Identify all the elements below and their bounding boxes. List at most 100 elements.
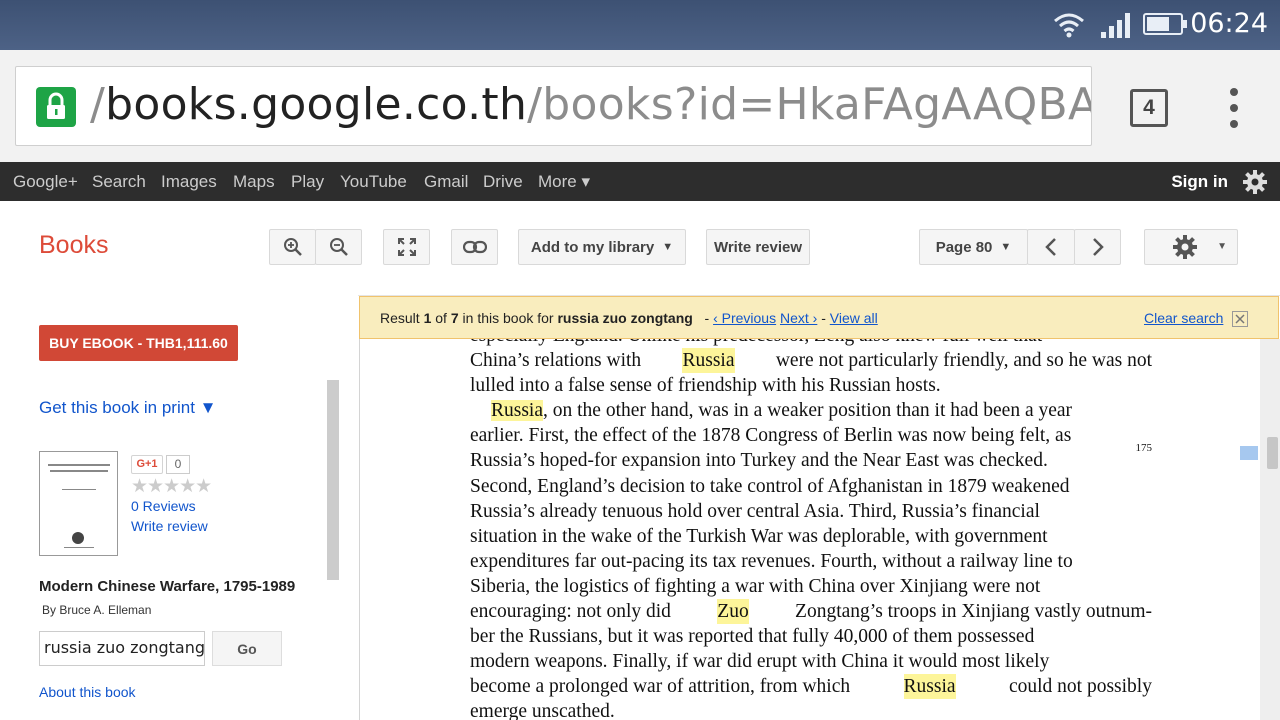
book-page-viewer[interactable]: especially England. Unlike his predecess… <box>359 339 1280 720</box>
gbar-more[interactable]: More ▾ <box>538 172 590 192</box>
zoom-out-button[interactable] <box>315 229 362 265</box>
plus-one-count: 0 <box>166 455 190 474</box>
book-author: By Bruce A. Elleman <box>42 603 152 617</box>
battery-icon <box>1143 13 1187 35</box>
chevron-left-icon <box>1045 238 1056 256</box>
search-result-bar: Result 1 of 7 in this book for russia zu… <box>359 296 1279 339</box>
previous-page-button[interactable] <box>1027 229 1075 265</box>
text-line: ber the Russians, but it was reported th… <box>470 626 1035 648</box>
caret-down-icon: ▼ <box>662 241 674 253</box>
link-button[interactable] <box>451 229 498 265</box>
text-line: Russia’s already tenuous hold over centr… <box>470 500 1040 522</box>
zoom-in-icon <box>283 238 302 256</box>
write-review-link[interactable]: Write review <box>131 518 208 534</box>
fullscreen-icon <box>397 238 416 256</box>
fullscreen-button[interactable] <box>383 229 430 265</box>
caret-down-icon: ▼ <box>1000 241 1012 253</box>
wifi-icon <box>1054 13 1084 38</box>
buy-ebook-button[interactable]: BUY EBOOK - THB1,111.60 <box>39 325 238 361</box>
gbar-maps[interactable]: Maps <box>233 172 275 192</box>
chevron-right-icon <box>1092 238 1104 256</box>
text-line: lulled into a false sense of friendship … <box>470 375 941 397</box>
browser-toolbar: /books.google.co.th/books?id=HkaFAgAAQBA… <box>0 50 1280 162</box>
book-cover[interactable] <box>39 451 118 556</box>
search-highlight: Russia <box>903 674 956 700</box>
status-bar: 06:24 <box>0 0 1280 50</box>
result-query: russia zuo zongtang <box>557 310 693 326</box>
get-in-print-link[interactable]: Get this book in print ▼ <box>39 398 216 418</box>
gbar-googleplus[interactable]: Google+ <box>13 172 78 192</box>
url-prefix: / <box>90 79 106 130</box>
search-in-book-input[interactable]: russia zuo zongtang <box>39 631 205 666</box>
clear-search-link[interactable]: Clear search <box>1144 310 1223 326</box>
books-title[interactable]: Books <box>39 231 108 260</box>
close-icon[interactable] <box>1232 311 1248 327</box>
result-word: Result <box>380 310 420 326</box>
book-title: Modern Chinese Warfare, 1795-1989 <box>39 578 296 595</box>
overflow-menu-icon[interactable] <box>1227 88 1241 128</box>
google-plus-one-button[interactable]: G+1 <box>131 455 163 474</box>
url-path: /books?id=HkaFAgAAQBAJ&p <box>527 79 1092 130</box>
search-highlight: Zuo <box>717 599 749 625</box>
result-total: 7 <box>450 310 459 326</box>
reviews-link[interactable]: 0 Reviews <box>131 498 196 514</box>
lock-icon <box>36 87 76 127</box>
sign-in-link[interactable]: Sign in <box>1171 172 1228 192</box>
text-line: Second, England’s decision to take contr… <box>470 475 1070 497</box>
page-scrollbar[interactable] <box>1260 339 1280 720</box>
previous-result-link[interactable]: ‹ Previous <box>713 310 776 326</box>
book-page-text: especially England. Unlike his predecess… <box>470 339 1152 720</box>
text-line: China’s relations with Russia were not par… <box>470 348 1152 374</box>
url-bar[interactable]: /books.google.co.th/books?id=HkaFAgAAQBA… <box>15 66 1092 146</box>
write-review-button[interactable]: Write review <box>706 229 810 265</box>
gear-icon <box>1173 235 1197 259</box>
book-sidebar: BUY EBOOK - THB1,111.60 Get this book in… <box>0 295 358 720</box>
clock: 06:24 <box>1190 8 1268 39</box>
result-in-book: in this book for <box>462 310 554 326</box>
books-header: Books Add to my library ▼ Write review P… <box>0 201 1280 296</box>
text-line: expenditures far out-pacing its tax reve… <box>470 550 1073 572</box>
text-line: especially England. Unlike his predecess… <box>470 339 1152 348</box>
text-line: Russia, on the other hand, was in a weak… <box>491 400 1073 422</box>
settings-menu-button[interactable]: ▼ <box>1144 229 1238 265</box>
text-line: modern weapons. Finally, if war did erup… <box>470 651 1050 673</box>
gbar-drive[interactable]: Drive <box>483 172 523 192</box>
footnote-ref: 175 <box>1135 442 1153 455</box>
view-all-link[interactable]: View all <box>830 310 878 326</box>
add-to-library-button[interactable]: Add to my library ▼ <box>518 229 686 265</box>
next-result-link[interactable]: Next › <box>780 310 817 326</box>
zoom-out-icon <box>329 238 348 256</box>
rating-stars: ★★★★★ <box>131 476 212 497</box>
text-line: earlier. First, the effect of the 1878 C… <box>470 425 1072 447</box>
about-this-book-link[interactable]: About this book <box>39 684 136 700</box>
page-select[interactable]: Page 80 ▼ <box>919 229 1028 265</box>
gbar-youtube[interactable]: YouTube <box>340 172 407 192</box>
next-page-button[interactable] <box>1074 229 1121 265</box>
link-icon <box>462 240 487 254</box>
gbar-search[interactable]: Search <box>92 172 146 192</box>
gbar-images[interactable]: Images <box>161 172 217 192</box>
caret-down-icon: ▼ <box>1217 241 1227 252</box>
google-bar: Google+ Search Images Maps Play YouTube … <box>0 162 1280 201</box>
result-separator: - <box>821 310 826 326</box>
result-summary: Result 1 of 7 in this book for russia zu… <box>380 310 878 326</box>
go-button[interactable]: Go <box>212 631 282 666</box>
signal-icon <box>1101 12 1133 38</box>
gbar-play[interactable]: Play <box>291 172 324 192</box>
zoom-in-button[interactable] <box>269 229 316 265</box>
sidebar-scrollbar[interactable] <box>327 380 339 580</box>
text-line: become a prolonged war of attrition, fro… <box>470 674 1152 700</box>
gbar-gmail[interactable]: Gmail <box>424 172 468 192</box>
gear-icon[interactable] <box>1242 169 1268 195</box>
search-highlight: Russia <box>491 400 544 422</box>
text-line: Russia’s hoped-for expansion into Turkey… <box>470 442 1153 473</box>
text-line: emerge unscathed. <box>470 701 615 720</box>
text-line: situation in the wake of the Turkish War… <box>470 525 1048 547</box>
url-host: books.google.co.th <box>105 79 528 130</box>
tab-switcher-button[interactable]: 4 <box>1130 89 1168 127</box>
url-text: /books.google.co.th/books?id=HkaFAgAAQBA… <box>90 79 1092 130</box>
result-number: 1 <box>423 310 432 326</box>
search-highlight: Russia <box>682 348 735 374</box>
result-separator: - <box>704 310 710 326</box>
page-scrollbar-thumb[interactable] <box>1267 437 1278 469</box>
